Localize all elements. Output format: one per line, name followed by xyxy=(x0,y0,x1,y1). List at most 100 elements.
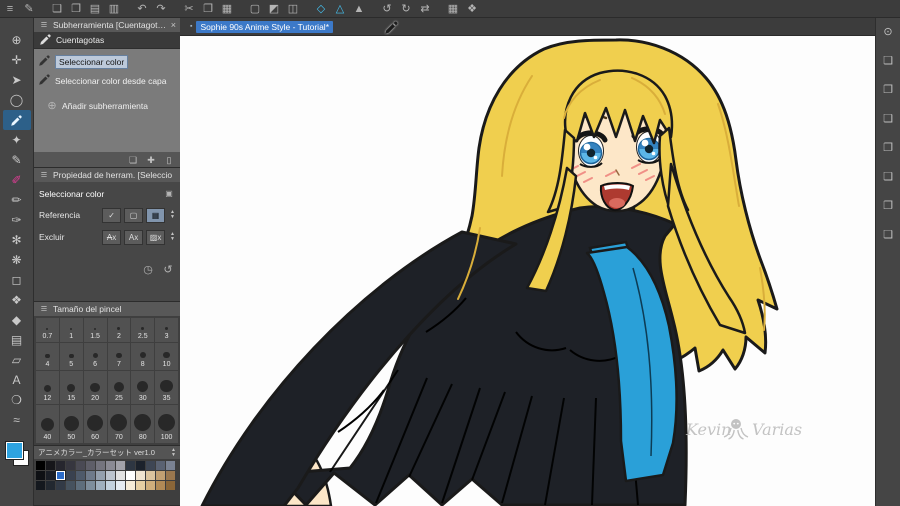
color-swatch[interactable] xyxy=(36,471,45,480)
brush-size-cell[interactable]: 1.5 xyxy=(83,318,107,343)
material-manga-panel-icon[interactable]: ❏ xyxy=(882,111,894,127)
blend-tool[interactable]: ❖ xyxy=(3,290,31,310)
download-panel-icon[interactable]: ❐ xyxy=(882,198,894,214)
new-subtool-icon[interactable]: ✚ xyxy=(145,152,157,168)
flip-icon[interactable]: ⇄ xyxy=(419,1,431,17)
brush-size-cell[interactable]: 8 xyxy=(131,343,155,371)
new-doc-icon[interactable]: ❏ xyxy=(51,1,63,17)
add-subtool-button[interactable]: ⊕ Añadir subherramienta xyxy=(46,98,178,114)
color-swatch[interactable] xyxy=(166,461,175,470)
brush-size-cell[interactable]: 100 xyxy=(155,405,178,443)
color-swatch[interactable] xyxy=(56,481,65,490)
brush-size-cell[interactable]: 4 xyxy=(36,343,59,371)
color-swatch[interactable] xyxy=(86,461,95,470)
color-swatch[interactable] xyxy=(96,461,105,470)
snap-off-icon[interactable]: ◇ xyxy=(315,1,327,17)
ref-check-toggle[interactable]: ✓ xyxy=(102,207,122,223)
save-all-icon[interactable]: ▥ xyxy=(108,1,120,17)
ref-none-toggle[interactable]: ▢ xyxy=(124,207,144,223)
color-swatch[interactable] xyxy=(106,471,115,480)
color-swatch[interactable] xyxy=(96,471,105,480)
subtool-item[interactable]: Seleccionar color xyxy=(36,52,178,71)
edit-pencil-icon[interactable]: ✎ xyxy=(23,1,35,17)
auto-select-tool[interactable]: ✦ xyxy=(3,130,31,150)
history-panel-icon[interactable]: ❏ xyxy=(882,227,894,243)
color-swatch[interactable] xyxy=(36,461,45,470)
color-swatch[interactable] xyxy=(136,461,145,470)
lock-icon[interactable]: ▣ xyxy=(163,186,175,202)
color-swatch[interactable] xyxy=(46,481,55,490)
history-clock-icon[interactable]: ◷ xyxy=(142,262,154,278)
duplicate-subtool-icon[interactable]: ❏ xyxy=(127,152,139,168)
zoom-tool[interactable]: ⊕ xyxy=(3,30,31,50)
color-swatch[interactable] xyxy=(136,481,145,490)
color-swatch[interactable] xyxy=(96,481,105,490)
brush-size-cell[interactable]: 1 xyxy=(59,318,83,343)
exclude-layer-toggle[interactable]: ▨x xyxy=(146,229,166,245)
color-swatch[interactable] xyxy=(66,481,75,490)
brush-size-header[interactable]: ≡ Tamaño del pincel xyxy=(34,302,180,316)
delete-subtool-icon[interactable]: ▯ xyxy=(163,152,175,168)
pencil-tool[interactable]: ✏ xyxy=(3,190,31,210)
ref-multi-toggle[interactable]: ▦ xyxy=(146,207,166,223)
color-swatch[interactable] xyxy=(46,461,55,470)
color-swatch[interactable] xyxy=(126,481,135,490)
color-swatch[interactable] xyxy=(86,471,95,480)
brush-size-cell[interactable]: 20 xyxy=(83,371,107,405)
panel-menu-icon[interactable]: ≡ xyxy=(38,168,50,182)
exclude-text-toggle[interactable]: Ax xyxy=(124,229,144,245)
rotate-right-icon[interactable]: ↻ xyxy=(400,1,412,17)
brush-size-cell[interactable]: 50 xyxy=(59,405,83,443)
reference-spinner[interactable]: ▲ ▼ xyxy=(170,210,175,220)
snap-ruler-icon[interactable]: △ xyxy=(334,1,346,17)
color-set-header[interactable]: アニメカラー_カラーセット ver1.0 ▲ ▼ xyxy=(34,446,180,459)
navigator-icon[interactable]: ⊙ xyxy=(882,24,894,40)
tool-property-header[interactable]: ≡ Propiedad de herram. [Seleccio xyxy=(34,168,180,182)
canvas[interactable]: Kevin Varias xyxy=(180,36,875,506)
material-image-panel-icon[interactable]: ❐ xyxy=(882,140,894,156)
color-swatch[interactable] xyxy=(116,481,125,490)
brush-size-cell[interactable]: 0.7 xyxy=(36,318,59,343)
color-set-spinner[interactable]: ▲ ▼ xyxy=(171,447,176,458)
color-swatch[interactable] xyxy=(66,461,75,470)
color-swatch[interactable] xyxy=(166,471,175,480)
color-swatch[interactable] xyxy=(126,471,135,480)
pen-tool[interactable]: ✎ xyxy=(3,150,31,170)
figure-tool[interactable]: ▱ xyxy=(3,350,31,370)
reset-icon[interactable]: ↺ xyxy=(162,262,174,278)
rotate-left-icon[interactable]: ↺ xyxy=(381,1,393,17)
color-swatch[interactable] xyxy=(156,471,165,480)
brush-size-cell[interactable]: 15 xyxy=(59,371,83,405)
color-swatch[interactable] xyxy=(146,461,155,470)
subtool-panel-header[interactable]: ≡ Subherramienta [Cuentagotas] × xyxy=(34,18,180,32)
text-tool[interactable]: A xyxy=(3,370,31,390)
document-tab[interactable]: ▪ Sophie 90s Anime Style - Tutorial* xyxy=(186,20,337,34)
color-swatch[interactable] xyxy=(56,461,65,470)
brush-size-cell[interactable]: 40 xyxy=(36,405,59,443)
brush-size-cell[interactable]: 30 xyxy=(131,371,155,405)
color-swatch[interactable] xyxy=(156,481,165,490)
brush-tool[interactable]: ✑ xyxy=(3,210,31,230)
color-swatch[interactable] xyxy=(116,461,125,470)
color-swatch[interactable] xyxy=(146,471,155,480)
open-doc-icon[interactable]: ❐ xyxy=(70,1,82,17)
brush-size-cell[interactable]: 25 xyxy=(107,371,131,405)
color-swatch[interactable] xyxy=(146,481,155,490)
operation-tool[interactable]: ➤ xyxy=(3,70,31,90)
material-icon[interactable]: ❖ xyxy=(466,1,478,17)
marker-tool[interactable]: ✐ xyxy=(3,170,31,190)
brush-size-cell[interactable]: 7 xyxy=(107,343,131,371)
color-swatch[interactable] xyxy=(86,481,95,490)
balloon-tool[interactable]: ❍ xyxy=(3,390,31,410)
fill-tool[interactable]: ◆ xyxy=(3,310,31,330)
panel-menu-icon[interactable]: ≡ xyxy=(38,18,50,32)
gradient-tool[interactable]: ▤ xyxy=(3,330,31,350)
main-color-swatch[interactable] xyxy=(4,441,24,460)
paste-icon[interactable]: ▦ xyxy=(221,1,233,17)
color-swatch[interactable] xyxy=(116,471,125,480)
panel-menu-icon[interactable]: ≡ xyxy=(38,302,50,316)
save-icon[interactable]: ▤ xyxy=(89,1,101,17)
color-swatch[interactable] xyxy=(106,461,115,470)
color-swatch[interactable] xyxy=(126,461,135,470)
subtool-group-tab[interactable]: Cuentagotas xyxy=(34,32,180,49)
